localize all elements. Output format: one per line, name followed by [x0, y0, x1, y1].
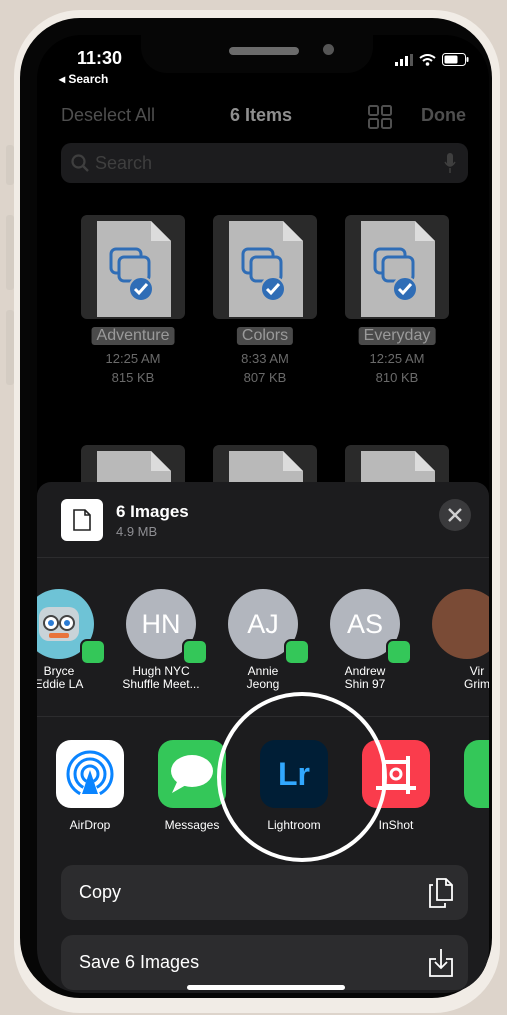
- share-subtitle: 4.9 MB: [116, 524, 158, 539]
- person-hugh-nyc[interactable]: HN Hugh NYC Shuffle Meet...: [106, 589, 216, 699]
- done-button[interactable]: Done: [421, 105, 466, 126]
- file-size: 807 KB: [243, 370, 287, 385]
- wifi-icon: [419, 53, 436, 66]
- airdrop-icon: [56, 740, 124, 808]
- volume-up-button: [6, 215, 14, 290]
- file-time: 12:25 AM: [105, 351, 161, 366]
- home-indicator[interactable]: [187, 985, 345, 990]
- grid-view-icon[interactable]: [368, 105, 392, 129]
- document-icon: [229, 451, 303, 485]
- save-icon: [429, 949, 453, 977]
- document-icon: [361, 451, 435, 485]
- file-item-colors[interactable]: Colors 8:33 AM 807 KB: [213, 215, 317, 390]
- microphone-icon[interactable]: [444, 153, 456, 173]
- messages-badge-icon: [182, 639, 208, 665]
- divider: [37, 557, 489, 558]
- image-document-icon: [97, 221, 171, 317]
- file-item-partial[interactable]: [213, 445, 317, 485]
- file-thumbnail: [81, 215, 185, 319]
- speaker-grille: [229, 47, 299, 55]
- messages-badge-icon: [386, 639, 412, 665]
- file-item-adventure[interactable]: Adventure 12:25 AM 815 KB: [81, 215, 185, 390]
- files-toolbar: Deselect All 6 Items Done: [37, 105, 489, 135]
- person-andrew-shin[interactable]: AS Andrew Shin 97: [310, 589, 420, 699]
- person-name: Hugh NYC Shuffle Meet...: [122, 664, 200, 691]
- file-thumbnail: [213, 215, 317, 319]
- front-camera: [323, 44, 334, 55]
- file-size: 810 KB: [375, 370, 419, 385]
- save-images-action[interactable]: Save 6 Images: [61, 935, 468, 990]
- person-name: Andrew Shin 97: [344, 664, 386, 691]
- signal-icon: [395, 53, 413, 66]
- file-name: Everyday: [358, 327, 436, 345]
- copy-action[interactable]: Copy: [61, 865, 468, 920]
- app-name: Messages: [164, 818, 220, 832]
- file-name: Adventure: [91, 327, 175, 345]
- whatsapp-app[interactable]: Wh: [448, 740, 489, 840]
- volume-down-button: [6, 310, 14, 385]
- image-document-icon: [361, 221, 435, 317]
- file-item-partial[interactable]: [81, 445, 185, 485]
- search-icon: [71, 154, 89, 172]
- back-to-search-link[interactable]: ◂ Search: [59, 72, 108, 86]
- file-time: 8:33 AM: [241, 351, 289, 366]
- document-icon: [73, 509, 91, 531]
- file-thumbnail: [345, 215, 449, 319]
- status-icons: [395, 53, 469, 66]
- person-name: Vir Grim: [464, 664, 489, 691]
- search-field[interactable]: Search: [61, 143, 468, 183]
- robot-icon: [39, 607, 79, 641]
- airdrop-app[interactable]: AirDrop: [40, 740, 140, 840]
- action-label: Copy: [79, 882, 122, 902]
- file-time: 12:25 AM: [369, 351, 425, 366]
- person-name: Bryce Eddie LA: [37, 664, 84, 691]
- app-name: AirDrop: [69, 818, 111, 832]
- items-count-title: 6 Items: [230, 105, 293, 125]
- whatsapp-icon: [464, 740, 489, 808]
- copy-icon: [429, 878, 453, 908]
- notch: [141, 35, 373, 73]
- person-partial[interactable]: Vir Grim: [412, 589, 489, 699]
- person-name: Annie Jeong: [246, 664, 280, 691]
- person-bryce[interactable]: Bryce Eddie LA: [37, 589, 114, 699]
- file-item-partial[interactable]: [345, 445, 449, 485]
- document-icon: [97, 451, 171, 485]
- image-document-icon: [229, 221, 303, 317]
- messages-badge-icon: [80, 639, 106, 665]
- close-button[interactable]: [439, 499, 471, 531]
- messages-badge-icon: [284, 639, 310, 665]
- messages-icon: [158, 740, 226, 808]
- share-item-thumbnail: [61, 499, 103, 541]
- battery-icon: [442, 53, 469, 66]
- highlight-circle: [217, 692, 387, 862]
- person-annie-jeong[interactable]: AJ Annie Jeong: [208, 589, 318, 699]
- file-item-everyday[interactable]: Everyday 12:25 AM 810 KB: [345, 215, 449, 390]
- deselect-all-button[interactable]: Deselect All: [61, 105, 155, 126]
- file-size: 815 KB: [111, 370, 155, 385]
- share-title: 6 Images: [116, 502, 189, 521]
- status-time: 11:30: [77, 48, 123, 68]
- mute-switch: [6, 145, 14, 185]
- action-label: Save 6 Images: [79, 952, 200, 972]
- search-placeholder: Search: [95, 153, 153, 173]
- file-name: Colors: [236, 327, 294, 345]
- photo-avatar: [432, 589, 489, 659]
- close-icon: [448, 508, 462, 522]
- app-name: Wh: [448, 818, 489, 832]
